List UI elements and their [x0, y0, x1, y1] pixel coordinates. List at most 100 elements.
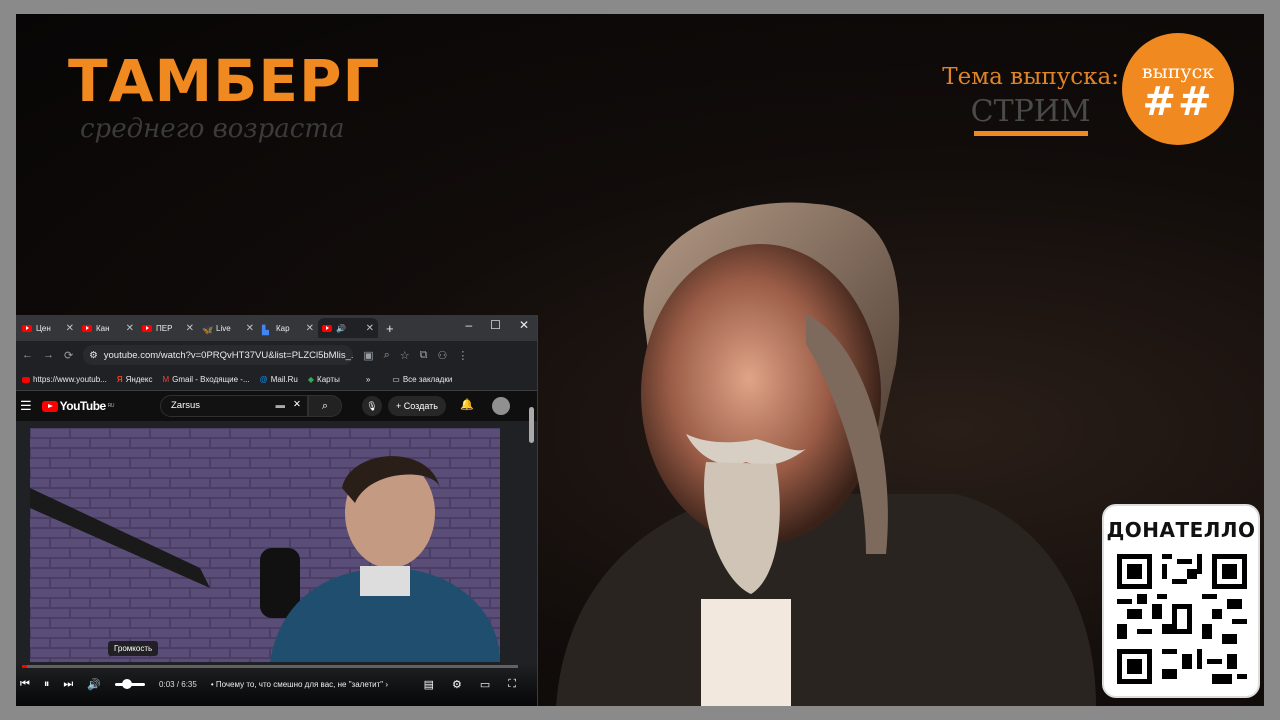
volume-tooltip: Громкость — [108, 641, 159, 656]
bookmark-youtube[interactable]: https://www.youtub... — [22, 375, 107, 384]
bookmark-mailru[interactable]: @ Mail.Ru — [260, 375, 298, 384]
extensions-icon[interactable]: ⧉ — [420, 349, 428, 362]
hamburger-icon[interactable]: ☰ — [20, 398, 32, 414]
brand-subtitle: среднего возраста — [80, 114, 345, 144]
youtube-icon — [41, 400, 58, 412]
tab-label: Цен — [36, 323, 51, 333]
youtube-header: ☰ YouTube RU Zarsus ▬ ✕ ⌕ 🎙 + Создать 🔔 — [16, 391, 537, 421]
search-value: Zarsus — [171, 400, 201, 411]
tab-label: Live — [216, 323, 231, 333]
tab-active-youtube[interactable]: 🔊 ✕ — [318, 318, 378, 338]
search-input[interactable]: Zarsus ▬ ✕ — [160, 395, 308, 417]
star-icon[interactable]: ☆ — [400, 349, 410, 362]
keyboard-icon[interactable]: ▬ — [276, 400, 286, 411]
avatar[interactable] — [492, 397, 510, 415]
youtube-icon — [322, 324, 332, 332]
mic-button[interactable]: 🎙 — [362, 396, 382, 416]
profile-icon[interactable]: ⚇ — [438, 349, 448, 362]
reload-icon[interactable]: ⟳ — [64, 349, 73, 362]
bluesky-icon: 🦋 — [202, 324, 214, 335]
theme-label: Тема выпуска: — [942, 64, 1119, 90]
donate-card: ДОНАТЕЛЛО — [1102, 504, 1260, 698]
youtube-icon — [82, 324, 92, 332]
tab-2[interactable]: Кан ✕ — [78, 318, 138, 338]
site-settings-icon[interactable]: ⚙ — [89, 350, 98, 361]
menu-icon[interactable]: ⋮ — [457, 349, 468, 362]
back-icon[interactable]: ← — [22, 349, 33, 361]
bookmark-label: Mail.Ru — [270, 375, 298, 384]
controls-right: ▤ ⚙ ▭ ⛶ — [424, 678, 516, 691]
progress-bar[interactable] — [22, 665, 518, 668]
close-window-icon[interactable]: ✕ — [519, 318, 529, 332]
tab-4[interactable]: 🦋 Live ✕ — [198, 318, 258, 338]
scrollbar-thumb[interactable] — [529, 407, 534, 443]
bookmark-maps[interactable]: ◆ Карты — [308, 375, 340, 384]
bookmark-gmail[interactable]: M Gmail - Входящие -... — [162, 375, 249, 384]
close-icon[interactable]: ✕ — [306, 323, 314, 334]
maximize-icon[interactable]: ☐ — [490, 318, 501, 332]
fullscreen-icon[interactable]: ⛶ — [508, 678, 516, 691]
volume-slider[interactable] — [115, 679, 146, 689]
tab-5[interactable]: ▙ Кар ✕ — [258, 318, 318, 338]
subtitles-icon[interactable]: ▤ — [424, 678, 434, 691]
youtube-icon — [22, 324, 32, 332]
tab-label: Кар — [276, 323, 290, 333]
create-button[interactable]: + Создать — [388, 396, 446, 416]
bookmark-yandex[interactable]: Я Яндекс — [117, 375, 153, 384]
chapter-text: Почему то, что смешно для вас, не "залет… — [215, 680, 384, 689]
volume-knob[interactable] — [122, 679, 133, 689]
search-icon: ⌕ — [321, 400, 329, 412]
settings-icon[interactable]: ⚙ — [452, 678, 462, 691]
minimize-icon[interactable]: – — [465, 318, 472, 332]
clear-search-icon[interactable]: ✕ — [293, 399, 301, 410]
tab-label: ПЕР — [156, 323, 173, 333]
bell-icon[interactable]: 🔔 — [460, 398, 474, 411]
host-webcam — [556, 202, 1096, 706]
volume-icon[interactable]: 🔊 — [87, 678, 101, 691]
close-icon[interactable]: ✕ — [366, 323, 374, 334]
plus-icon: + — [396, 401, 404, 411]
search-button[interactable]: ⌕ — [308, 395, 342, 417]
bookmark-label: https://www.youtub... — [33, 375, 107, 384]
speaker-icon: 🔊 — [336, 323, 346, 333]
tab-label: Кан — [96, 323, 110, 333]
new-tab-button[interactable]: + — [386, 321, 394, 336]
window-controls: – ☐ ✕ — [465, 318, 529, 332]
donate-title: ДОНАТЕЛЛО — [1106, 518, 1256, 542]
previous-icon[interactable]: ⏮ — [20, 678, 30, 691]
close-icon[interactable]: ✕ — [186, 323, 194, 334]
zoom-icon[interactable]: ⌕ — [384, 349, 390, 362]
bookmark-label: Яндекс — [125, 375, 153, 384]
video-frame — [30, 428, 500, 662]
stream-scene: ТАМБЕРГ среднего возраста Тема выпуска: … — [16, 14, 1264, 706]
close-icon[interactable]: ✕ — [66, 323, 74, 334]
close-icon[interactable]: ✕ — [246, 323, 254, 334]
brand-logo: ТАМБЕРГ среднего возраста — [68, 52, 380, 144]
cast-icon[interactable]: ▣ — [363, 349, 373, 362]
next-icon[interactable]: ⏭ — [63, 678, 73, 691]
browser-window: Цен ✕ Кан ✕ ПЕР ✕ 🦋 Live ✕ ▙ Кар ✕ 🔊 ✕ + – ☐ ✕ ←… — [16, 315, 538, 706]
donate-qr-code[interactable] — [1117, 554, 1247, 684]
episode-theme: Тема выпуска: СТРИМ — [942, 64, 1119, 136]
tab-3[interactable]: ПЕР ✕ — [138, 318, 198, 338]
more-bookmarks-icon[interactable]: » — [366, 375, 370, 384]
chapter-title[interactable]: • Почему то, что смешно для вас, не "зал… — [211, 680, 388, 689]
video-player[interactable] — [30, 428, 500, 662]
yandex-icon: Я — [116, 375, 123, 384]
badge-number: ## — [1142, 79, 1214, 125]
tab-1[interactable]: Цен ✕ — [18, 318, 78, 338]
pause-icon[interactable]: ⏸ — [44, 678, 50, 691]
youtube-logo[interactable]: YouTube RU — [41, 399, 115, 413]
folder-icon: ▭ — [392, 375, 400, 384]
close-icon[interactable]: ✕ — [126, 323, 134, 334]
theater-mode-icon[interactable]: ▭ — [480, 678, 490, 691]
mailru-icon: @ — [259, 375, 268, 384]
all-bookmarks[interactable]: ▭ Все закладки — [392, 375, 452, 384]
youtube-region: RU — [107, 403, 115, 409]
mic-icon: 🎙 — [366, 401, 378, 411]
youtube-logo-text: YouTube — [59, 399, 107, 413]
theme-value: СТРИМ — [970, 94, 1091, 129]
forward-icon[interactable]: → — [43, 349, 54, 361]
youtube-icon — [22, 376, 30, 383]
url-field[interactable]: ⚙ youtube.com/watch?v=0PRQvHT37VU&list=P… — [83, 345, 354, 365]
